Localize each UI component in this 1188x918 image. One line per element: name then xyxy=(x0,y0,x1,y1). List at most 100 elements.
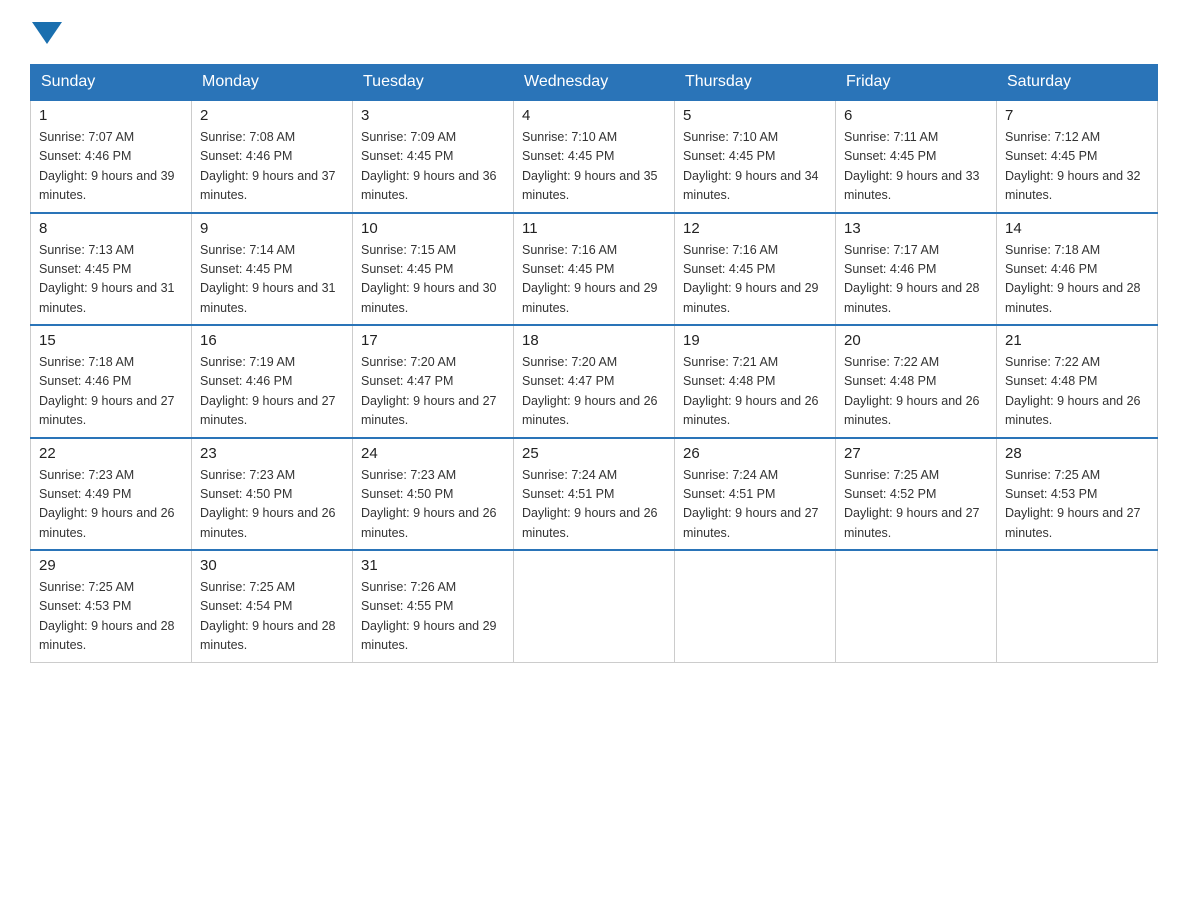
day-info: Sunrise: 7:24 AM Sunset: 4:51 PM Dayligh… xyxy=(522,466,666,544)
table-row: 15 Sunrise: 7:18 AM Sunset: 4:46 PM Dayl… xyxy=(31,325,192,438)
day-info: Sunrise: 7:23 AM Sunset: 4:50 PM Dayligh… xyxy=(200,466,344,544)
table-row: 12 Sunrise: 7:16 AM Sunset: 4:45 PM Dayl… xyxy=(675,213,836,326)
calendar-week-row: 8 Sunrise: 7:13 AM Sunset: 4:45 PM Dayli… xyxy=(31,213,1158,326)
day-info: Sunrise: 7:24 AM Sunset: 4:51 PM Dayligh… xyxy=(683,466,827,544)
day-info: Sunrise: 7:15 AM Sunset: 4:45 PM Dayligh… xyxy=(361,241,505,319)
table-row: 7 Sunrise: 7:12 AM Sunset: 4:45 PM Dayli… xyxy=(997,100,1158,213)
table-row: 22 Sunrise: 7:23 AM Sunset: 4:49 PM Dayl… xyxy=(31,438,192,551)
table-row: 8 Sunrise: 7:13 AM Sunset: 4:45 PM Dayli… xyxy=(31,213,192,326)
day-number: 20 xyxy=(844,332,988,349)
table-row: 31 Sunrise: 7:26 AM Sunset: 4:55 PM Dayl… xyxy=(353,550,514,662)
day-info: Sunrise: 7:17 AM Sunset: 4:46 PM Dayligh… xyxy=(844,241,988,319)
day-info: Sunrise: 7:25 AM Sunset: 4:53 PM Dayligh… xyxy=(39,578,183,656)
day-number: 26 xyxy=(683,445,827,462)
table-row: 1 Sunrise: 7:07 AM Sunset: 4:46 PM Dayli… xyxy=(31,100,192,213)
day-number: 13 xyxy=(844,220,988,237)
day-info: Sunrise: 7:09 AM Sunset: 4:45 PM Dayligh… xyxy=(361,128,505,206)
day-number: 19 xyxy=(683,332,827,349)
table-row: 3 Sunrise: 7:09 AM Sunset: 4:45 PM Dayli… xyxy=(353,100,514,213)
day-info: Sunrise: 7:18 AM Sunset: 4:46 PM Dayligh… xyxy=(1005,241,1149,319)
day-number: 17 xyxy=(361,332,505,349)
day-info: Sunrise: 7:11 AM Sunset: 4:45 PM Dayligh… xyxy=(844,128,988,206)
calendar-week-row: 22 Sunrise: 7:23 AM Sunset: 4:49 PM Dayl… xyxy=(31,438,1158,551)
day-info: Sunrise: 7:12 AM Sunset: 4:45 PM Dayligh… xyxy=(1005,128,1149,206)
day-number: 5 xyxy=(683,107,827,124)
day-number: 25 xyxy=(522,445,666,462)
col-tuesday: Tuesday xyxy=(353,65,514,101)
col-thursday: Thursday xyxy=(675,65,836,101)
table-row: 29 Sunrise: 7:25 AM Sunset: 4:53 PM Dayl… xyxy=(31,550,192,662)
table-row: 9 Sunrise: 7:14 AM Sunset: 4:45 PM Dayli… xyxy=(192,213,353,326)
calendar-header-row: Sunday Monday Tuesday Wednesday Thursday… xyxy=(31,65,1158,101)
table-row: 4 Sunrise: 7:10 AM Sunset: 4:45 PM Dayli… xyxy=(514,100,675,213)
day-number: 31 xyxy=(361,557,505,574)
day-number: 6 xyxy=(844,107,988,124)
table-row: 26 Sunrise: 7:24 AM Sunset: 4:51 PM Dayl… xyxy=(675,438,836,551)
day-info: Sunrise: 7:07 AM Sunset: 4:46 PM Dayligh… xyxy=(39,128,183,206)
logo xyxy=(30,20,62,48)
day-number: 16 xyxy=(200,332,344,349)
day-number: 18 xyxy=(522,332,666,349)
day-info: Sunrise: 7:19 AM Sunset: 4:46 PM Dayligh… xyxy=(200,353,344,431)
day-number: 10 xyxy=(361,220,505,237)
day-number: 9 xyxy=(200,220,344,237)
day-number: 4 xyxy=(522,107,666,124)
col-friday: Friday xyxy=(836,65,997,101)
table-row: 28 Sunrise: 7:25 AM Sunset: 4:53 PM Dayl… xyxy=(997,438,1158,551)
day-number: 27 xyxy=(844,445,988,462)
day-info: Sunrise: 7:21 AM Sunset: 4:48 PM Dayligh… xyxy=(683,353,827,431)
table-row: 24 Sunrise: 7:23 AM Sunset: 4:50 PM Dayl… xyxy=(353,438,514,551)
header xyxy=(30,20,1158,48)
table-row: 10 Sunrise: 7:15 AM Sunset: 4:45 PM Dayl… xyxy=(353,213,514,326)
calendar-week-row: 1 Sunrise: 7:07 AM Sunset: 4:46 PM Dayli… xyxy=(31,100,1158,213)
table-row: 21 Sunrise: 7:22 AM Sunset: 4:48 PM Dayl… xyxy=(997,325,1158,438)
calendar-week-row: 15 Sunrise: 7:18 AM Sunset: 4:46 PM Dayl… xyxy=(31,325,1158,438)
day-info: Sunrise: 7:20 AM Sunset: 4:47 PM Dayligh… xyxy=(361,353,505,431)
table-row: 18 Sunrise: 7:20 AM Sunset: 4:47 PM Dayl… xyxy=(514,325,675,438)
day-number: 12 xyxy=(683,220,827,237)
day-info: Sunrise: 7:23 AM Sunset: 4:50 PM Dayligh… xyxy=(361,466,505,544)
table-row: 14 Sunrise: 7:18 AM Sunset: 4:46 PM Dayl… xyxy=(997,213,1158,326)
table-row xyxy=(997,550,1158,662)
col-wednesday: Wednesday xyxy=(514,65,675,101)
day-info: Sunrise: 7:25 AM Sunset: 4:53 PM Dayligh… xyxy=(1005,466,1149,544)
day-info: Sunrise: 7:13 AM Sunset: 4:45 PM Dayligh… xyxy=(39,241,183,319)
table-row: 30 Sunrise: 7:25 AM Sunset: 4:54 PM Dayl… xyxy=(192,550,353,662)
table-row xyxy=(675,550,836,662)
table-row: 6 Sunrise: 7:11 AM Sunset: 4:45 PM Dayli… xyxy=(836,100,997,213)
table-row xyxy=(514,550,675,662)
col-sunday: Sunday xyxy=(31,65,192,101)
day-info: Sunrise: 7:18 AM Sunset: 4:46 PM Dayligh… xyxy=(39,353,183,431)
table-row: 17 Sunrise: 7:20 AM Sunset: 4:47 PM Dayl… xyxy=(353,325,514,438)
day-info: Sunrise: 7:10 AM Sunset: 4:45 PM Dayligh… xyxy=(683,128,827,206)
day-number: 3 xyxy=(361,107,505,124)
day-number: 15 xyxy=(39,332,183,349)
day-number: 21 xyxy=(1005,332,1149,349)
table-row: 25 Sunrise: 7:24 AM Sunset: 4:51 PM Dayl… xyxy=(514,438,675,551)
day-number: 14 xyxy=(1005,220,1149,237)
day-info: Sunrise: 7:23 AM Sunset: 4:49 PM Dayligh… xyxy=(39,466,183,544)
calendar-week-row: 29 Sunrise: 7:25 AM Sunset: 4:53 PM Dayl… xyxy=(31,550,1158,662)
day-info: Sunrise: 7:25 AM Sunset: 4:54 PM Dayligh… xyxy=(200,578,344,656)
table-row: 19 Sunrise: 7:21 AM Sunset: 4:48 PM Dayl… xyxy=(675,325,836,438)
day-info: Sunrise: 7:20 AM Sunset: 4:47 PM Dayligh… xyxy=(522,353,666,431)
day-info: Sunrise: 7:25 AM Sunset: 4:52 PM Dayligh… xyxy=(844,466,988,544)
col-saturday: Saturday xyxy=(997,65,1158,101)
calendar-table: Sunday Monday Tuesday Wednesday Thursday… xyxy=(30,64,1158,663)
table-row: 5 Sunrise: 7:10 AM Sunset: 4:45 PM Dayli… xyxy=(675,100,836,213)
day-info: Sunrise: 7:08 AM Sunset: 4:46 PM Dayligh… xyxy=(200,128,344,206)
day-number: 1 xyxy=(39,107,183,124)
day-info: Sunrise: 7:22 AM Sunset: 4:48 PM Dayligh… xyxy=(1005,353,1149,431)
day-number: 24 xyxy=(361,445,505,462)
table-row: 23 Sunrise: 7:23 AM Sunset: 4:50 PM Dayl… xyxy=(192,438,353,551)
day-info: Sunrise: 7:10 AM Sunset: 4:45 PM Dayligh… xyxy=(522,128,666,206)
day-info: Sunrise: 7:16 AM Sunset: 4:45 PM Dayligh… xyxy=(683,241,827,319)
table-row: 2 Sunrise: 7:08 AM Sunset: 4:46 PM Dayli… xyxy=(192,100,353,213)
table-row: 20 Sunrise: 7:22 AM Sunset: 4:48 PM Dayl… xyxy=(836,325,997,438)
day-number: 28 xyxy=(1005,445,1149,462)
day-number: 7 xyxy=(1005,107,1149,124)
table-row: 27 Sunrise: 7:25 AM Sunset: 4:52 PM Dayl… xyxy=(836,438,997,551)
col-monday: Monday xyxy=(192,65,353,101)
day-number: 29 xyxy=(39,557,183,574)
table-row: 16 Sunrise: 7:19 AM Sunset: 4:46 PM Dayl… xyxy=(192,325,353,438)
